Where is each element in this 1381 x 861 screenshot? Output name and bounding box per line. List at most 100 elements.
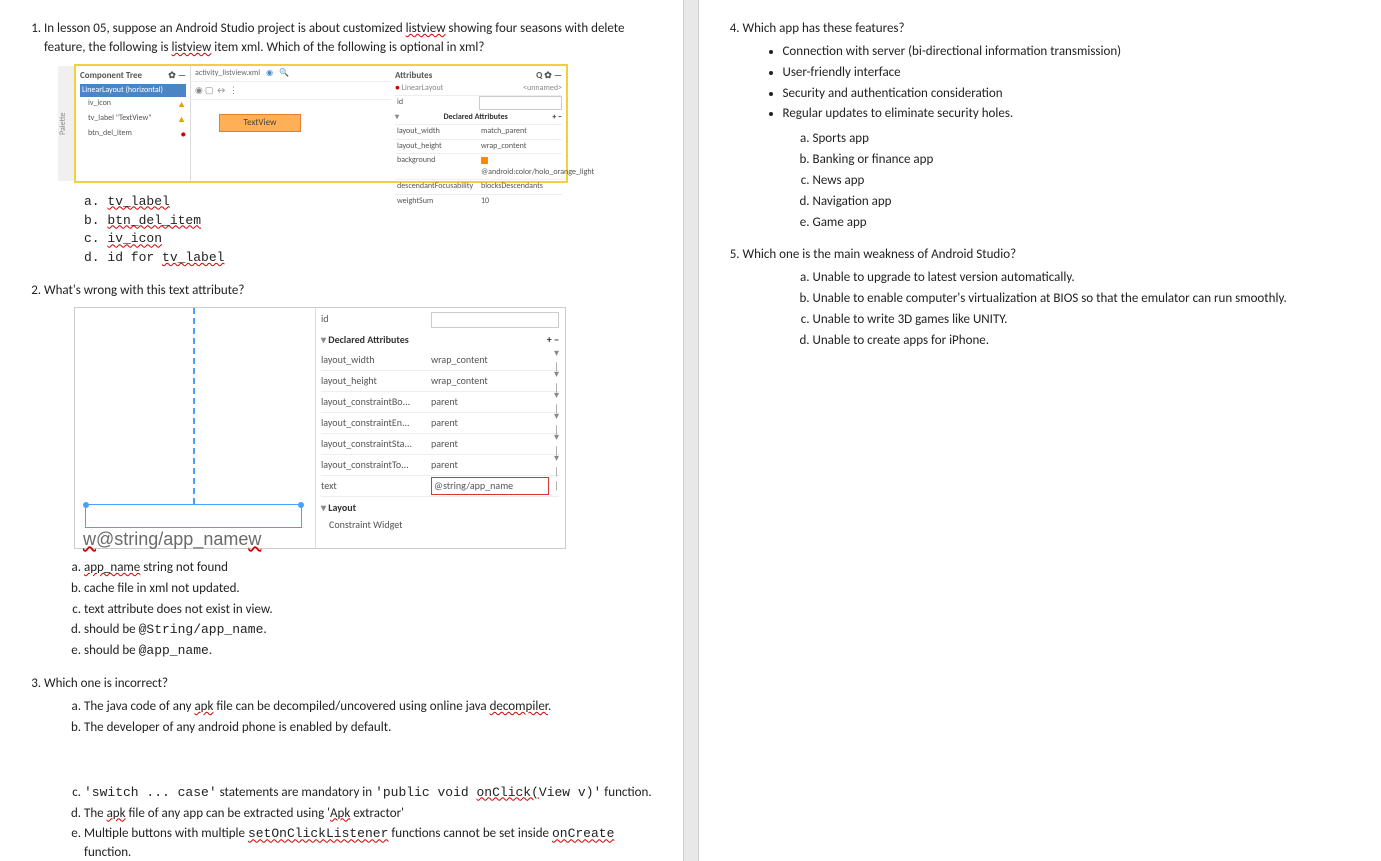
decompiler: decompiler	[490, 699, 548, 714]
k: layout_constraintEn...	[321, 416, 431, 431]
attr-id-label: id	[395, 96, 479, 110]
tree-header: Component Tree	[80, 69, 142, 82]
q4-features: Connection with server (bi-directional i…	[743, 43, 1352, 124]
error-icon: ●	[181, 128, 186, 141]
design-preview: w@string/app_namew	[75, 308, 316, 548]
setonclick: setOnClickListener	[248, 826, 388, 841]
attributes-panel: AttributesQ ✿ — ● LinearLayout <unnamed>…	[391, 66, 566, 181]
selection-box	[85, 504, 302, 528]
q4-opt: Game app	[813, 214, 1352, 233]
c4: View v)'	[539, 785, 601, 800]
q1-listview-1: listview	[406, 21, 446, 36]
constraint-line	[193, 308, 195, 504]
attr-icons: Q ✿ —	[536, 69, 562, 82]
tab-filename: activity_listview.xml	[195, 68, 260, 80]
flag-icon: |	[549, 479, 559, 494]
tree-gear-icon: ✿ —	[168, 69, 186, 82]
v: 10	[479, 195, 562, 209]
q1-screenshot: Palette Component Tree✿ — LinearLayout (…	[74, 64, 568, 183]
t: The java code of any	[84, 699, 194, 714]
q4-text: Which app has these features?	[743, 21, 905, 36]
q3-options-cont: 'switch ... case' statements are mandato…	[44, 784, 653, 861]
d2: file of any app can be extracted using '	[126, 806, 330, 821]
q1-opt-b: btn_del_item	[107, 213, 201, 228]
k: layout_width	[395, 125, 479, 139]
q2-d-pre: should be	[84, 622, 139, 637]
question-1: In lesson 05, suppose an Android Studio …	[44, 20, 653, 268]
q2-options: app_name string not found cache file in …	[44, 559, 653, 661]
q4-opt: News app	[813, 172, 1352, 191]
attr-id-value	[479, 96, 562, 110]
q5-opt: Unable to write 3D games like UNITY.	[813, 311, 1352, 330]
plus-minus: + −	[552, 112, 562, 124]
left-column: In lesson 05, suppose an Android Studio …	[0, 0, 683, 861]
v: wrap_content	[431, 374, 549, 389]
e2: functions cannot be set inside	[388, 826, 552, 841]
e1: Multiple buttons with multiple	[84, 826, 248, 841]
tree-linearlayout: LinearLayout (horizontal)	[80, 84, 186, 98]
d3: extractor'	[350, 806, 404, 821]
dropdown-icon: ▾ |	[549, 451, 559, 480]
declared-attrs: Declared Attributes	[443, 112, 507, 124]
q2-a-pre: app_name	[84, 560, 140, 575]
eye-icon: ◉	[266, 68, 273, 80]
q3-text: Which one is incorrect?	[44, 676, 168, 691]
question-4: Which app has these features? Connection…	[743, 20, 1352, 232]
design-canvas: activity_listview.xml◉🔍 ◉ ▢ ↔ ⋮ TextView	[191, 66, 392, 181]
q1-opt-d-pre: id for	[107, 250, 162, 265]
q4-bullet: Regular updates to eliminate security ho…	[783, 105, 1352, 124]
q2-e-code: @app_name	[139, 643, 209, 658]
warn-icon: ▲	[177, 113, 186, 126]
k: layout_constraintSta...	[321, 437, 431, 452]
q4-bullet: User-friendly interface	[783, 64, 1352, 83]
q4-bullet: Security and authentication consideratio…	[783, 85, 1352, 104]
v: parent	[431, 458, 549, 473]
apk: apk	[194, 699, 213, 714]
preview-text: w@string/app_namew	[83, 526, 261, 552]
q2-a-post: string not found	[140, 560, 228, 575]
q1-text-a: In lesson 05, suppose an Android Studio …	[44, 21, 406, 36]
q5-opt: Unable to create apps for iPhone.	[813, 332, 1352, 351]
v: parent	[431, 395, 549, 410]
q4-options: Sports app Banking or finance app News a…	[743, 130, 1352, 232]
c3: 'public void	[375, 785, 476, 800]
q4-opt: Navigation app	[813, 193, 1352, 212]
tree-tv-label: tv_label "TextView"	[88, 113, 151, 126]
k: layout_height	[395, 140, 479, 154]
d1: The	[84, 806, 107, 821]
palette-tab: Palette	[58, 66, 74, 181]
id-value	[431, 312, 559, 328]
page-divider	[683, 0, 699, 861]
q3-b: The developer of any android phone is en…	[84, 719, 653, 738]
canvas-toolbar: ◉ ▢ ↔ ⋮	[191, 82, 391, 100]
apk2: Apk	[330, 806, 350, 821]
attributes-panel: id ▾ Declared Attributes+ − layout_width…	[315, 308, 565, 548]
question-2: What's wrong with this text attribute? w…	[44, 282, 653, 661]
q5-text: Which one is the main weakness of Androi…	[743, 247, 1017, 262]
right-column: Which app has these features? Connection…	[699, 0, 1381, 861]
q5-options: Unable to upgrade to latest version auto…	[743, 269, 1352, 350]
k: layout_width	[321, 353, 431, 368]
id-label: id	[321, 312, 431, 328]
bg-val: @android:color/holo_orange_light	[481, 167, 594, 177]
q1-opt-c: iv_icon	[107, 231, 162, 246]
q4-opt: Sports app	[813, 130, 1352, 149]
k: weightSum	[395, 195, 479, 209]
question-5: Which one is the main weakness of Androi…	[743, 246, 1352, 350]
attr-linearlayout: LinearLayout	[402, 83, 444, 93]
layout-section: Layout	[328, 501, 356, 514]
q2-e-pre: should be	[84, 643, 139, 658]
q1-opt-a: tv_label	[107, 194, 169, 209]
v: parent	[431, 416, 549, 431]
c5: function.	[601, 785, 651, 800]
zoom-icon: 🔍	[279, 68, 289, 80]
tree-iv-icon: iv_icon	[88, 98, 111, 111]
k: layout_height	[321, 374, 431, 389]
q4-opt: Banking or finance app	[813, 151, 1352, 170]
k: layout_constraintTo...	[321, 458, 431, 473]
q1-text-c: item xml. Which of the following is opti…	[211, 40, 484, 55]
t: file can be decompiled/uncovered using o…	[213, 699, 489, 714]
q2-screenshot: w@string/app_namew id ▾ Declared Attribu…	[74, 307, 566, 549]
q1-listview-2: listview	[172, 40, 212, 55]
q2-c: text attribute does not exist in view.	[84, 601, 653, 620]
